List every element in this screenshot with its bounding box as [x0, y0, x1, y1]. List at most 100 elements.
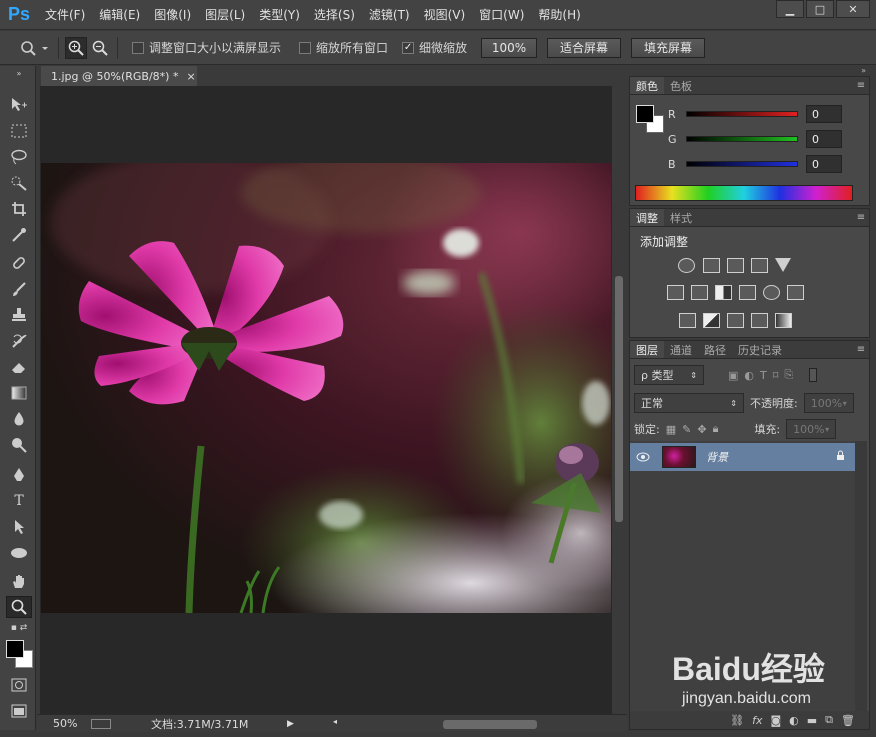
checkbox-box[interactable]: [132, 41, 144, 54]
path-selection-tool-icon[interactable]: [6, 516, 32, 538]
lock-image-icon[interactable]: ✎: [682, 423, 691, 436]
tab-layers[interactable]: 图层: [630, 341, 664, 358]
menu-type[interactable]: 类型(Y): [252, 0, 307, 30]
checkbox-checked[interactable]: ✓: [402, 41, 415, 54]
tab-paths[interactable]: 路径: [698, 341, 732, 358]
ellipse-tool-icon[interactable]: [6, 542, 32, 564]
minimize-button[interactable]: ▁: [776, 0, 804, 18]
posterize-icon[interactable]: [703, 313, 720, 328]
fill-input[interactable]: 100% ▾: [786, 419, 837, 439]
green-value-input[interactable]: 0: [806, 130, 842, 148]
zoom-all-windows-checkbox[interactable]: 缩放所有窗口: [299, 39, 388, 56]
status-menu-arrow-icon[interactable]: ▶: [287, 719, 294, 729]
menu-select[interactable]: 选择(S): [307, 0, 362, 30]
layer-row[interactable]: 背景: [630, 443, 855, 471]
menu-view[interactable]: 视图(V): [417, 0, 473, 30]
zoom-tool-preset-icon[interactable]: [18, 37, 52, 59]
history-brush-tool-icon[interactable]: [6, 330, 32, 352]
marquee-tool-icon[interactable]: [6, 120, 32, 142]
restore-button[interactable]: □: [806, 0, 834, 18]
collapse-toolbar-icon[interactable]: »: [6, 68, 32, 78]
crop-tool-icon[interactable]: [6, 198, 32, 220]
tab-adjustments[interactable]: 调整: [630, 209, 664, 226]
tab-channels[interactable]: 通道: [664, 341, 698, 358]
horizontal-scroll-thumb[interactable]: [443, 720, 537, 729]
gradient-map-icon[interactable]: [775, 313, 792, 328]
menu-layer[interactable]: 图层(L): [198, 0, 252, 30]
red-value-input[interactable]: 0: [806, 105, 842, 123]
tab-close-icon[interactable]: ×: [186, 70, 195, 83]
layer-filter-select[interactable]: ρ 类型 ⇕: [634, 365, 704, 385]
menu-help[interactable]: 帮助(H): [531, 0, 587, 30]
zoom-level[interactable]: 50%: [53, 717, 91, 730]
green-slider-track[interactable]: [686, 136, 798, 142]
scroll-left-icon[interactable]: ◂: [333, 717, 337, 726]
type-tool-icon[interactable]: T: [6, 490, 32, 512]
vertical-scrollbar[interactable]: [612, 86, 626, 714]
clone-stamp-tool-icon[interactable]: [6, 304, 32, 326]
eye-icon[interactable]: [630, 452, 656, 462]
foreground-color-chip[interactable]: [636, 105, 654, 123]
checkbox-box[interactable]: [299, 41, 312, 54]
color-balance-icon[interactable]: [691, 285, 708, 300]
vibrance-icon[interactable]: [775, 258, 791, 272]
panel-menu-icon[interactable]: ≡: [853, 209, 869, 226]
lasso-tool-icon[interactable]: [6, 146, 32, 168]
panel-menu-icon[interactable]: ≡: [853, 341, 869, 358]
red-slider-track[interactable]: [686, 111, 798, 117]
photo-filter-icon[interactable]: [739, 285, 756, 300]
zoom-in-icon[interactable]: [65, 36, 87, 59]
slider-green[interactable]: G 0: [668, 130, 842, 148]
quick-mask-icon[interactable]: [6, 674, 32, 696]
threshold-icon[interactable]: [727, 313, 744, 328]
tab-history[interactable]: 历史记录: [732, 341, 788, 358]
fill-screen-button[interactable]: 填充屏幕: [631, 37, 706, 58]
vertical-scroll-thumb[interactable]: [615, 276, 623, 522]
menu-filter[interactable]: 滤镜(T): [362, 0, 417, 30]
foreground-color-swatch[interactable]: [6, 640, 24, 658]
blend-mode-select[interactable]: 正常 ⇕: [634, 393, 744, 413]
gradient-tool-icon[interactable]: [6, 382, 32, 404]
healing-brush-tool-icon[interactable]: [6, 252, 32, 274]
slider-blue[interactable]: B 0: [668, 155, 842, 173]
hue-saturation-icon[interactable]: [667, 285, 684, 300]
opacity-input[interactable]: 100% ▾: [803, 393, 854, 413]
lock-all-icon[interactable]: 🔒︎: [713, 422, 719, 436]
brightness-contrast-icon[interactable]: [678, 258, 695, 273]
eyedropper-tool-icon[interactable]: [6, 224, 32, 246]
panel-menu-icon[interactable]: ≡: [853, 77, 869, 94]
menu-window[interactable]: 窗口(W): [472, 0, 531, 30]
tab-color[interactable]: 颜色: [630, 77, 664, 94]
dodge-tool-icon[interactable]: [6, 434, 32, 456]
blur-tool-icon[interactable]: [6, 408, 32, 430]
menu-image[interactable]: 图像(I): [147, 0, 198, 30]
selective-color-icon[interactable]: [751, 313, 768, 328]
resize-windows-checkbox[interactable]: 调整窗口大小以满屏显示: [132, 39, 281, 56]
menu-file[interactable]: 文件(F): [38, 0, 92, 30]
layers-scrollbar[interactable]: [855, 441, 867, 711]
blue-value-input[interactable]: 0: [806, 155, 842, 173]
hand-tool-icon[interactable]: [6, 570, 32, 592]
slider-red[interactable]: R 0: [668, 105, 842, 123]
zoom-tool-icon[interactable]: [6, 596, 32, 618]
zoom-out-icon[interactable]: [89, 37, 111, 59]
black-white-icon[interactable]: [715, 285, 732, 300]
actual-pixels-button[interactable]: 100%: [481, 37, 538, 58]
layer-name[interactable]: 背景: [706, 449, 728, 465]
tab-styles[interactable]: 样式: [664, 209, 698, 226]
status-options-icon[interactable]: [91, 718, 111, 729]
channel-mixer-icon[interactable]: [763, 285, 780, 300]
filter-pixel-icon[interactable]: ▣: [728, 369, 738, 382]
screen-mode-icon[interactable]: [6, 700, 32, 722]
panel-collapse-icon[interactable]: »: [861, 66, 866, 75]
move-tool-icon[interactable]: [6, 94, 32, 116]
filter-type-icon[interactable]: T: [760, 369, 767, 382]
blue-slider-track[interactable]: [686, 161, 798, 167]
exposure-icon[interactable]: [751, 258, 768, 273]
quick-selection-tool-icon[interactable]: [6, 172, 32, 194]
scrubby-zoom-checkbox[interactable]: ✓ 细微缩放: [402, 39, 467, 56]
document-tab[interactable]: 1.jpg @ 50%(RGB/8*) * ×: [41, 66, 197, 86]
color-lookup-icon[interactable]: [787, 285, 804, 300]
filter-shape-icon[interactable]: ⌑: [773, 369, 779, 382]
invert-icon[interactable]: [679, 313, 696, 328]
